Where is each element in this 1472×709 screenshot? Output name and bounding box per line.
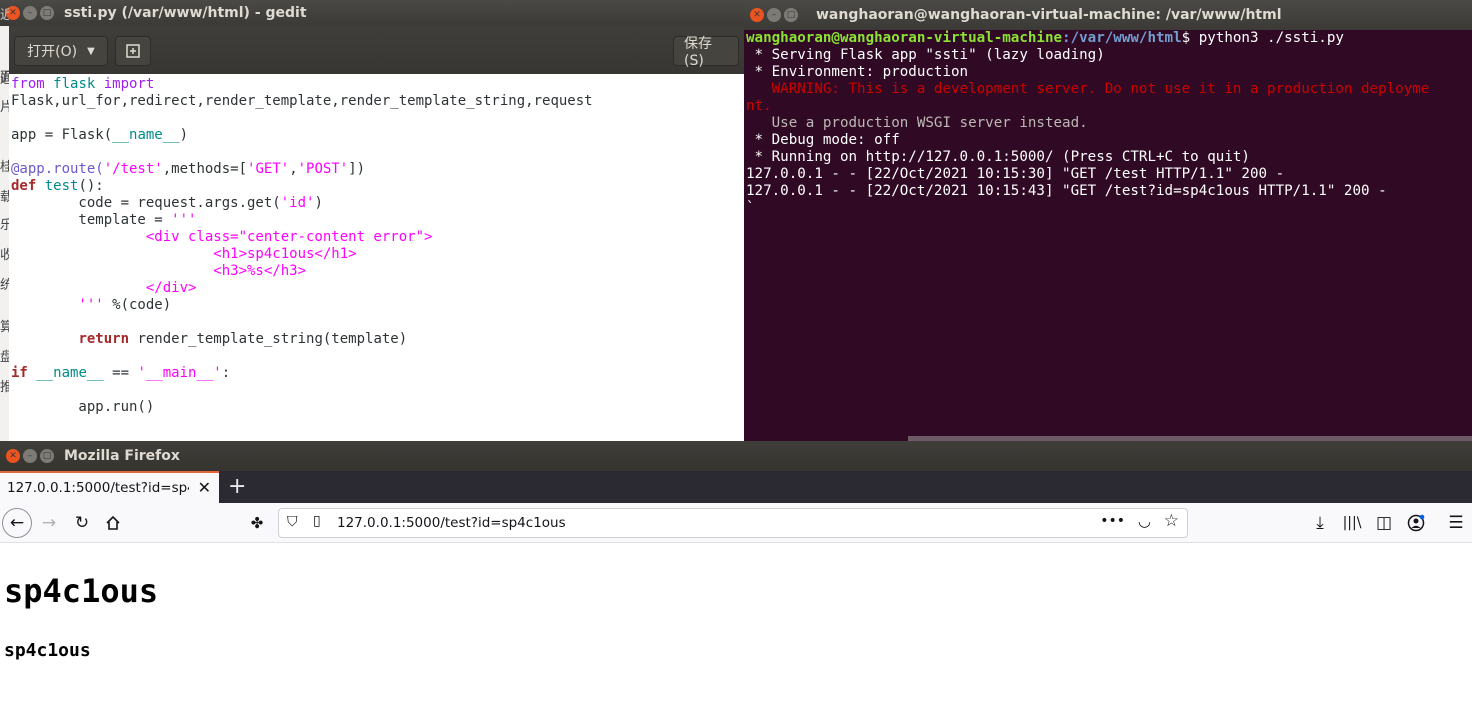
arrow-left-icon: ← — [9, 513, 25, 533]
browser-tab[interactable]: 127.0.0.1:5000/test?id=sp4c1ous ✕ — [0, 471, 219, 503]
new-document-button[interactable] — [115, 36, 151, 66]
bg-glyph: 片 — [0, 100, 9, 115]
firefox-title: Mozilla Firefox — [64, 448, 180, 464]
tab-strip: 127.0.0.1:5000/test?id=sp4c1ous ✕ + — [0, 471, 1472, 503]
terminal-warning-line: nt. — [746, 98, 772, 114]
maximize-icon[interactable]: □ — [784, 8, 798, 22]
back-button[interactable]: ← — [2, 508, 32, 538]
gedit-headerbar: 打开(O) ▼ 保存(S) — [9, 26, 744, 74]
home-button[interactable] — [101, 511, 125, 535]
terminal-line: Use a production WSGI server instead. — [746, 115, 1088, 131]
downloads-button[interactable]: ⤓ — [1308, 511, 1332, 535]
arrow-right-icon: → — [41, 513, 57, 533]
library-button[interactable]: |||\ — [1340, 511, 1364, 535]
minimize-icon[interactable]: – — [23, 6, 37, 20]
bg-glyph: 桂 — [0, 160, 9, 175]
terminal-line: * Debug mode: off — [746, 132, 900, 148]
puzzle-icon: ✤ — [250, 514, 264, 532]
background-window-glyph-column: 近 面 片 桂 载 乐 收 统 算 盘 推 — [0, 0, 9, 441]
terminal-titlebar: ✕ – □ wanghaoran@wanghaoran-virtual-mach… — [744, 0, 1472, 30]
hamburger-icon: ☰ — [1448, 513, 1464, 533]
page-content: sp4c1ous sp4c1ous — [0, 544, 1472, 709]
bookmark-star-icon[interactable]: ☆ — [1164, 511, 1179, 531]
bg-glyph: 推 — [0, 380, 9, 395]
firefox-titlebar: ✕ – □ Mozilla Firefox — [0, 441, 1472, 471]
terminal-screen[interactable]: wanghaoran@wanghaoran-virtual-machine:/v… — [744, 30, 1472, 436]
close-icon[interactable]: ✕ — [750, 8, 764, 22]
save-button[interactable]: 保存(S) — [673, 36, 739, 69]
url-bar[interactable]: ⛉ ▯ 127.0.0.1:5000/test?id=sp4c1ous ••• … — [278, 508, 1188, 538]
extensions-button[interactable]: ✤ — [245, 511, 269, 535]
shield-icon[interactable]: ⛉ — [287, 514, 298, 530]
minimize-icon[interactable]: – — [767, 8, 781, 22]
menu-button[interactable]: ☰ — [1444, 511, 1468, 535]
prompt-command: $ python3 ./ssti.py — [1181, 30, 1344, 46]
url-text: 127.0.0.1:5000/test?id=sp4c1ous — [337, 515, 566, 531]
reload-icon: ↻ — [74, 513, 90, 533]
bg-glyph: 乐 — [0, 218, 9, 233]
maximize-icon[interactable]: □ — [40, 449, 54, 463]
forward-button[interactable]: → — [37, 511, 61, 535]
terminal-cursor: ` — [746, 200, 755, 216]
new-document-icon — [126, 44, 140, 58]
prompt-path: :/var/www/html — [1062, 30, 1182, 46]
tab-title: 127.0.0.1:5000/test?id=sp4c1ous — [7, 480, 189, 496]
maximize-icon[interactable]: □ — [40, 6, 54, 20]
library-icon: |||\ — [1342, 515, 1362, 531]
terminal-line: * Running on http://127.0.0.1:5000/ (Pre… — [746, 149, 1250, 165]
page-info-icon[interactable]: ▯ — [313, 513, 321, 529]
account-icon — [1407, 514, 1425, 532]
pocket-icon[interactable]: ◡ — [1138, 512, 1151, 530]
new-tab-icon[interactable]: + — [228, 474, 246, 499]
page-actions-icon[interactable]: ••• — [1100, 513, 1125, 529]
close-icon[interactable]: ✕ — [6, 449, 20, 463]
terminal-window: ✕ – □ wanghaoran@wanghaoran-virtual-mach… — [744, 0, 1472, 441]
save-button-label: 保存(S) — [684, 36, 712, 69]
firefox-window: ✕ – □ Mozilla Firefox 127.0.0.1:5000/tes… — [0, 441, 1472, 709]
open-button[interactable]: 打开(O) ▼ — [14, 36, 108, 66]
nav-bar: ← → ↻ ✤ ⛉ ▯ 127.0.0.1:5000/test?id=sp4c1… — [0, 503, 1472, 543]
terminal-line: * Serving Flask app "ssti" (lazy loading… — [746, 47, 1105, 63]
gedit-title: ssti.py (/var/www/html) - gedit — [64, 5, 307, 21]
bg-glyph: 近 — [0, 8, 9, 23]
chevron-down-icon: ▼ — [87, 45, 95, 57]
close-tab-icon[interactable]: ✕ — [198, 478, 211, 497]
bg-glyph: 统 — [0, 278, 9, 293]
terminal-warning-line: WARNING: This is a development server. D… — [746, 81, 1430, 97]
bg-glyph: 算 — [0, 320, 9, 335]
prompt-user: wanghaoran@wanghaoran-virtual-machine — [746, 30, 1063, 46]
home-icon — [106, 515, 120, 530]
reload-button[interactable]: ↻ — [70, 511, 94, 535]
sidebar-icon: ◫ — [1375, 513, 1393, 533]
bg-glyph: 面 — [0, 70, 9, 85]
terminal-log-line: 127.0.0.1 - - [22/Oct/2021 10:15:30] "GE… — [746, 166, 1285, 182]
download-icon: ⤓ — [1316, 513, 1324, 533]
code-editor[interactable]: from flask import Flask,url_for,redirect… — [9, 74, 744, 441]
bg-glyph: 收 — [0, 248, 9, 263]
bg-glyph: 载 — [0, 190, 9, 205]
terminal-log-line: 127.0.0.1 - - [22/Oct/2021 10:15:43] "GE… — [746, 183, 1387, 199]
minimize-icon[interactable]: – — [23, 449, 37, 463]
terminal-title: wanghaoran@wanghaoran-virtual-machine: /… — [816, 7, 1282, 23]
account-button[interactable] — [1404, 511, 1428, 535]
gedit-titlebar: ✕ – □ ssti.py (/var/www/html) - gedit — [0, 0, 744, 26]
bg-glyph: 盘 — [0, 350, 9, 365]
sidebar-button[interactable]: ◫ — [1372, 511, 1396, 535]
page-heading-h3: sp4c1ous — [4, 640, 91, 661]
terminal-line: * Environment: production — [746, 64, 969, 80]
page-heading-h1: sp4c1ous — [4, 572, 159, 610]
gedit-window: ✕ – □ ssti.py (/var/www/html) - gedit 近 … — [0, 0, 744, 441]
open-button-label: 打开(O) — [27, 44, 78, 60]
